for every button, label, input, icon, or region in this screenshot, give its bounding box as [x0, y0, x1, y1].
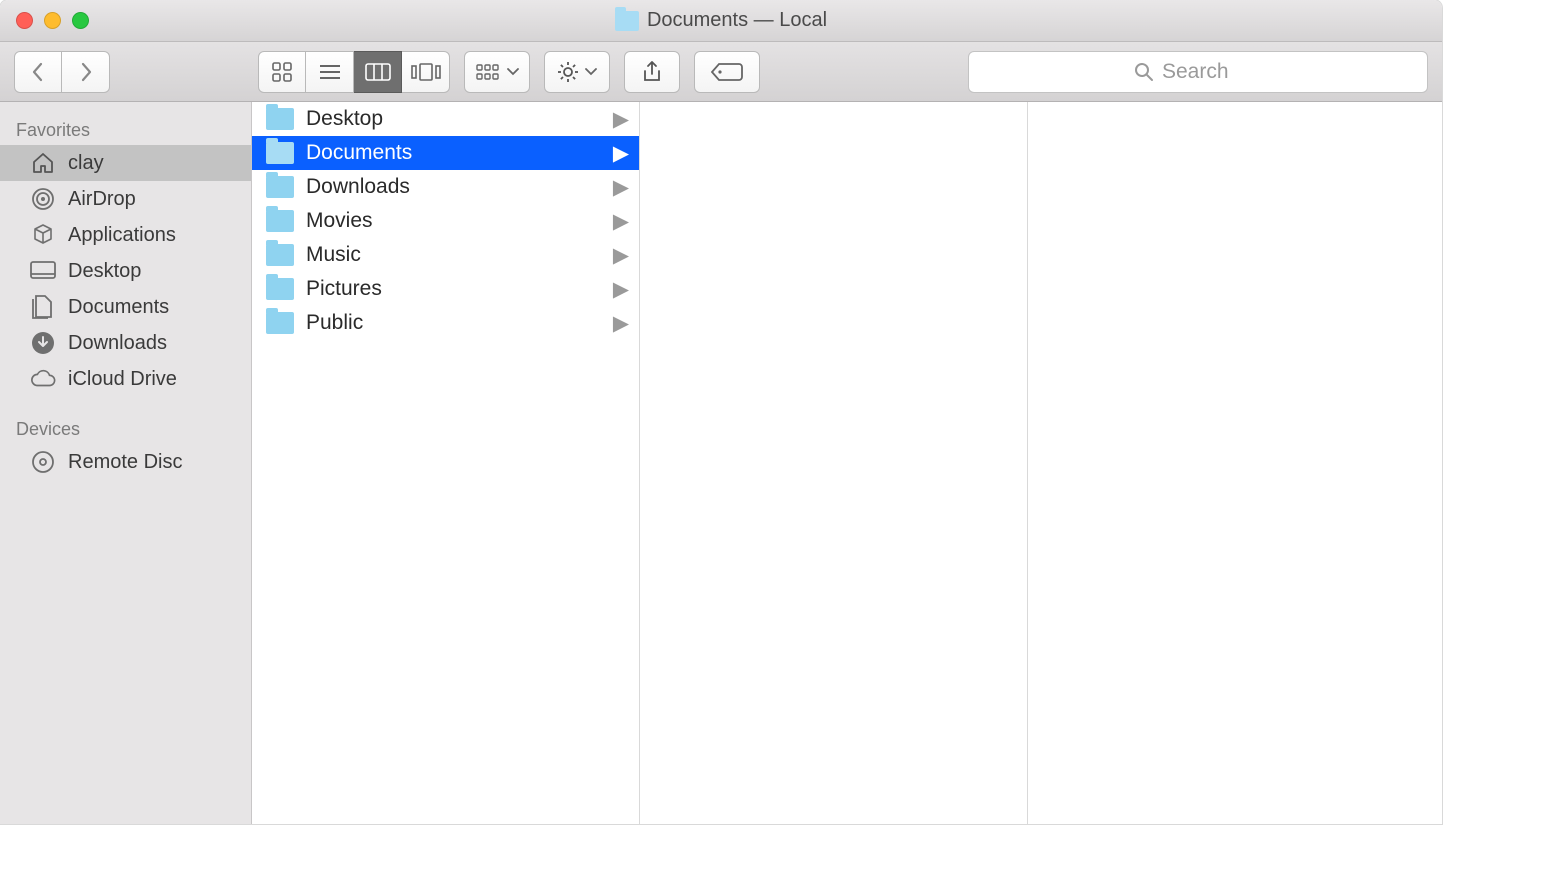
folder-icon — [266, 176, 294, 198]
search-field[interactable] — [968, 51, 1428, 93]
sidebar-item-airdrop[interactable]: AirDrop — [0, 181, 251, 217]
documents-icon — [30, 294, 56, 320]
coverflow-view-button[interactable] — [402, 51, 450, 93]
folder-item-desktop[interactable]: Desktop ▶ — [252, 102, 639, 136]
chevron-right-icon: ▶ — [613, 243, 629, 268]
chevron-right-icon: ▶ — [613, 141, 629, 166]
folder-icon — [266, 312, 294, 334]
column-2[interactable] — [1028, 102, 1442, 824]
gear-icon — [557, 61, 579, 83]
chevron-down-icon — [585, 68, 597, 76]
sidebar-item-desktop[interactable]: Desktop — [0, 253, 251, 289]
home-icon — [30, 150, 56, 176]
sidebar: Favorites clay AirDrop Applications — [0, 102, 252, 824]
share-button[interactable] — [624, 51, 680, 93]
sidebar-heading-devices: Devices — [0, 411, 251, 444]
sidebar-item-applications[interactable]: Applications — [0, 217, 251, 253]
nav-buttons — [14, 51, 110, 93]
group-by-button[interactable] — [464, 51, 530, 93]
column-1[interactable] — [640, 102, 1028, 824]
cloud-icon — [30, 366, 56, 392]
folder-icon — [266, 278, 294, 300]
chevron-down-icon — [507, 68, 519, 76]
window-title-text: Documents — Local — [647, 9, 827, 32]
sidebar-item-label: clay — [68, 152, 104, 175]
sidebar-item-downloads[interactable]: Downloads — [0, 325, 251, 361]
group-by-icon — [475, 63, 501, 81]
window-controls — [0, 12, 89, 29]
folder-icon — [266, 244, 294, 266]
column-view: Desktop ▶ Documents ▶ Downloads ▶ Movies… — [252, 102, 1442, 824]
sidebar-item-remote-disc[interactable]: Remote Disc — [0, 444, 251, 480]
window-body: Favorites clay AirDrop Applications — [0, 102, 1442, 824]
maximize-window-button[interactable] — [72, 12, 89, 29]
column-0[interactable]: Desktop ▶ Documents ▶ Downloads ▶ Movies… — [252, 102, 640, 824]
close-window-button[interactable] — [16, 12, 33, 29]
icon-view-button[interactable] — [258, 51, 306, 93]
back-button[interactable] — [14, 51, 62, 93]
folder-label: Downloads — [306, 175, 410, 199]
list-view-icon — [318, 63, 342, 81]
folder-item-pictures[interactable]: Pictures ▶ — [252, 272, 639, 306]
forward-button[interactable] — [62, 51, 110, 93]
chevron-right-icon: ▶ — [613, 175, 629, 200]
folder-icon — [615, 11, 639, 31]
sidebar-item-label: iCloud Drive — [68, 368, 177, 391]
sidebar-item-label: Desktop — [68, 260, 141, 283]
folder-label: Music — [306, 243, 361, 267]
chevron-right-icon: ▶ — [613, 311, 629, 336]
chevron-right-icon: ▶ — [613, 107, 629, 132]
applications-icon — [30, 222, 56, 248]
tag-icon — [711, 62, 743, 82]
search-icon — [1134, 62, 1154, 82]
search-input[interactable] — [1162, 60, 1262, 84]
folder-label: Documents — [306, 141, 412, 165]
chevron-right-icon: ▶ — [613, 277, 629, 302]
column-view-button[interactable] — [354, 51, 402, 93]
folder-item-music[interactable]: Music ▶ — [252, 238, 639, 272]
sidebar-item-label: Downloads — [68, 332, 167, 355]
sidebar-item-label: Applications — [68, 224, 176, 247]
folder-label: Pictures — [306, 277, 382, 301]
sidebar-item-documents[interactable]: Documents — [0, 289, 251, 325]
folder-item-movies[interactable]: Movies ▶ — [252, 204, 639, 238]
titlebar: Documents — Local — [0, 0, 1442, 42]
folder-label: Public — [306, 311, 363, 335]
sidebar-item-label: Remote Disc — [68, 451, 182, 474]
chevron-right-icon: ▶ — [613, 209, 629, 234]
sidebar-item-label: Documents — [68, 296, 169, 319]
view-mode-buttons — [258, 51, 450, 93]
sidebar-item-label: AirDrop — [68, 188, 136, 211]
column-view-icon — [365, 63, 391, 81]
folder-item-public[interactable]: Public ▶ — [252, 306, 639, 340]
airdrop-icon — [30, 186, 56, 212]
window-title: Documents — Local — [0, 9, 1442, 32]
action-button[interactable] — [544, 51, 610, 93]
coverflow-view-icon — [411, 63, 441, 81]
sidebar-item-home[interactable]: clay — [0, 145, 251, 181]
finder-window: Documents — Local — [0, 0, 1442, 824]
chevron-right-icon — [79, 62, 93, 82]
folder-icon — [266, 108, 294, 130]
folder-icon — [266, 142, 294, 164]
folder-icon — [266, 210, 294, 232]
minimize-window-button[interactable] — [44, 12, 61, 29]
tags-button[interactable] — [694, 51, 760, 93]
toolbar — [0, 42, 1442, 102]
sidebar-item-icloud[interactable]: iCloud Drive — [0, 361, 251, 397]
desktop-icon — [30, 258, 56, 284]
sidebar-heading-favorites: Favorites — [0, 112, 251, 145]
icon-view-icon — [271, 61, 293, 83]
folder-label: Movies — [306, 209, 373, 233]
share-icon — [642, 60, 662, 84]
chevron-left-icon — [31, 62, 45, 82]
folder-label: Desktop — [306, 107, 383, 131]
folder-item-downloads[interactable]: Downloads ▶ — [252, 170, 639, 204]
folder-item-documents[interactable]: Documents ▶ — [252, 136, 639, 170]
downloads-icon — [30, 330, 56, 356]
list-view-button[interactable] — [306, 51, 354, 93]
disc-icon — [30, 449, 56, 475]
